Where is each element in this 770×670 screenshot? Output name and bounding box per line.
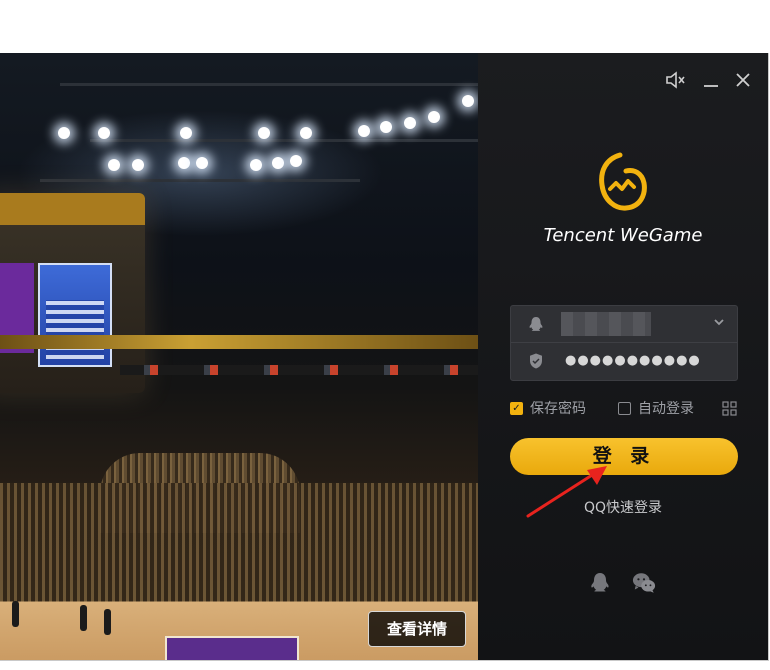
scoreboard-grid bbox=[46, 300, 104, 359]
wegame-login-window: 查看详情 Tencent WeGame ●●●●●●●●●●● ✓ 保存密码 自… bbox=[0, 53, 769, 661]
ad-ribbon bbox=[120, 365, 478, 375]
qq-quick-login-link[interactable]: QQ快速登录 bbox=[478, 497, 768, 517]
wechat-icon[interactable] bbox=[632, 571, 656, 595]
stadium-light bbox=[132, 159, 144, 171]
speaker-mute-icon-svg bbox=[666, 71, 685, 89]
stadium-light bbox=[180, 127, 192, 139]
stadium-light bbox=[290, 155, 302, 167]
stadium-light bbox=[300, 127, 312, 139]
speaker-mute-icon[interactable] bbox=[664, 69, 686, 91]
remember-password-label: 保存密码 bbox=[530, 401, 586, 417]
close-icon[interactable] bbox=[732, 69, 754, 91]
remember-password-checkbox[interactable]: ✓ bbox=[510, 402, 523, 415]
truss bbox=[90, 139, 478, 142]
stadium-light bbox=[462, 95, 474, 107]
stadium-light bbox=[178, 157, 190, 169]
wegame-logo-icon bbox=[599, 152, 647, 211]
auto-login-label: 自动登录 bbox=[638, 401, 694, 417]
view-details-button[interactable]: 查看详情 bbox=[368, 611, 466, 647]
stadium-light bbox=[428, 111, 440, 123]
stadium-light bbox=[58, 127, 70, 139]
player-figure bbox=[104, 609, 111, 635]
truss bbox=[60, 83, 478, 86]
qr-code-icon[interactable] bbox=[722, 401, 737, 416]
upper-deck-ring bbox=[0, 335, 478, 349]
scoreboard bbox=[0, 193, 145, 393]
stadium-light bbox=[272, 157, 284, 169]
scoreboard-screen bbox=[38, 263, 112, 367]
auto-login-option[interactable]: 自动登录 bbox=[618, 400, 708, 418]
player-figure bbox=[12, 601, 19, 627]
minimize-icon[interactable] bbox=[700, 69, 722, 91]
stadium-light bbox=[358, 125, 370, 137]
truss bbox=[40, 179, 360, 182]
login-panel: Tencent WeGame ●●●●●●●●●●● ✓ 保存密码 自动登录 登… bbox=[478, 53, 768, 660]
remember-password-option[interactable]: ✓ 保存密码 bbox=[510, 400, 600, 418]
shield-icon bbox=[530, 353, 542, 369]
login-button[interactable]: 登 录 bbox=[510, 438, 738, 475]
stadium-light bbox=[404, 117, 416, 129]
auto-login-checkbox[interactable] bbox=[618, 402, 631, 415]
qq-penguin-icon bbox=[529, 317, 543, 331]
court-paint-area bbox=[165, 636, 299, 660]
scoreboard-ring bbox=[0, 193, 145, 225]
qq-icon[interactable] bbox=[588, 571, 612, 595]
account-value-masked bbox=[561, 312, 651, 336]
stadium-light bbox=[258, 127, 270, 139]
account-field[interactable] bbox=[511, 306, 737, 343]
chevron-down-icon[interactable] bbox=[711, 314, 727, 330]
close-icon-svg bbox=[736, 73, 750, 87]
minimize-icon-svg bbox=[704, 85, 718, 87]
brand-name: Tencent WeGame bbox=[543, 225, 703, 246]
stadium-light bbox=[250, 159, 262, 171]
password-value: ●●●●●●●●●●● bbox=[565, 353, 701, 368]
password-field[interactable]: ●●●●●●●●●●● bbox=[511, 343, 737, 379]
stadium-light bbox=[196, 157, 208, 169]
player-figure bbox=[80, 605, 87, 631]
stadium-light bbox=[108, 159, 120, 171]
crowd-lower-bowl bbox=[0, 483, 478, 603]
stadium-light bbox=[98, 127, 110, 139]
arena-banner-image: 查看详情 bbox=[0, 53, 478, 660]
stadium-light bbox=[380, 121, 392, 133]
login-form: ●●●●●●●●●●● bbox=[510, 305, 738, 381]
